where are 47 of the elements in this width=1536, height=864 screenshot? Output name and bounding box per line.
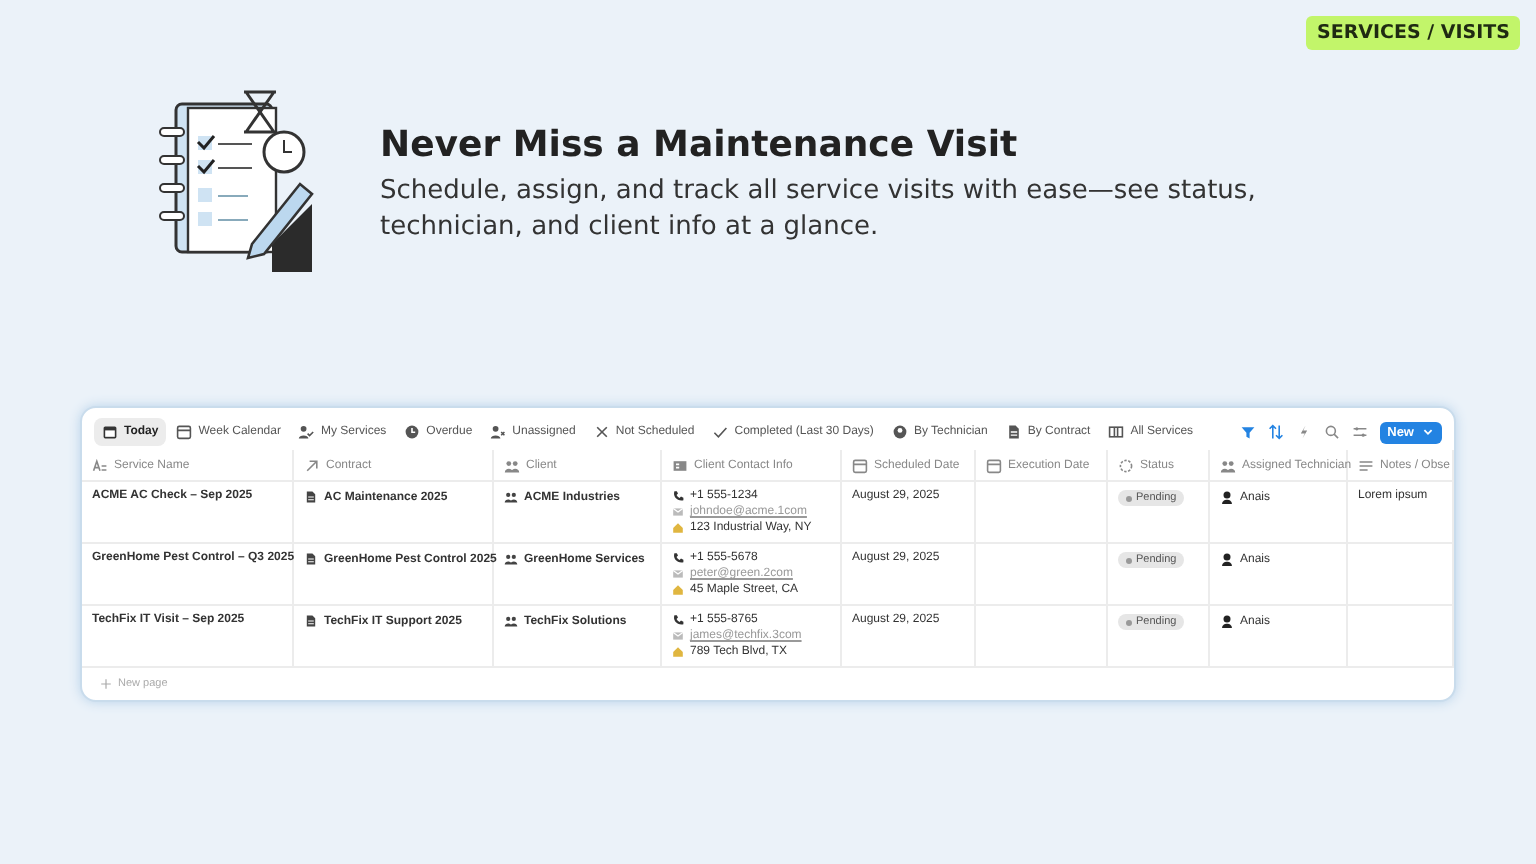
- settings-icon: [1351, 424, 1368, 440]
- plus-icon: [100, 678, 112, 690]
- people-icon: [504, 614, 518, 628]
- document-icon: [304, 614, 318, 628]
- section-badge: SERVICES / VISITS: [1306, 16, 1520, 50]
- people-icon: [1220, 457, 1236, 473]
- clock-icon: [404, 424, 421, 440]
- search-icon: [1323, 424, 1340, 440]
- close-icon: [593, 424, 610, 440]
- status-icon: [1118, 457, 1134, 473]
- document-icon: [304, 552, 318, 566]
- avatar-icon: [1220, 490, 1234, 504]
- filter-icon: [1239, 424, 1256, 440]
- house-icon: [672, 522, 684, 534]
- hero-subtitle: Schedule, assign, and track all service visits with ease—see status, technician, and client info at a glance.: [380, 173, 1258, 245]
- avatar-icon: [1220, 614, 1234, 628]
- people-icon: [504, 457, 520, 473]
- document-icon: [1005, 424, 1022, 440]
- mail-icon: [672, 630, 684, 642]
- house-icon: [672, 646, 684, 658]
- house-icon: [672, 584, 684, 596]
- avatar-icon: [1220, 552, 1234, 566]
- calendar-icon: [986, 457, 1002, 473]
- sort-icon: [1267, 424, 1284, 440]
- card-icon: [672, 457, 688, 473]
- caret-icon: [1422, 426, 1434, 438]
- person-check-icon: [298, 424, 315, 440]
- table-icon: [1108, 424, 1125, 440]
- hero-title: Never Miss a Maintenance Visit: [380, 123, 1020, 165]
- arrow-icon: [304, 457, 320, 473]
- lightning-icon: [1295, 424, 1312, 440]
- person-cross-icon: [490, 424, 507, 440]
- person-circle-icon: [891, 424, 908, 440]
- lines-icon: [1358, 457, 1374, 473]
- calendar-icon: [852, 457, 868, 473]
- check-icon: [712, 424, 729, 440]
- text-icon: [92, 457, 108, 473]
- people-icon: [504, 552, 518, 566]
- phone-icon: [672, 552, 684, 564]
- phone-icon: [672, 490, 684, 502]
- calendar-icon: [176, 424, 193, 440]
- mail-icon: [672, 506, 684, 518]
- calendar-icon: [102, 424, 118, 440]
- people-icon: [504, 490, 518, 504]
- mail-icon: [672, 568, 684, 580]
- document-icon: [304, 490, 318, 504]
- phone-icon: [672, 614, 684, 626]
